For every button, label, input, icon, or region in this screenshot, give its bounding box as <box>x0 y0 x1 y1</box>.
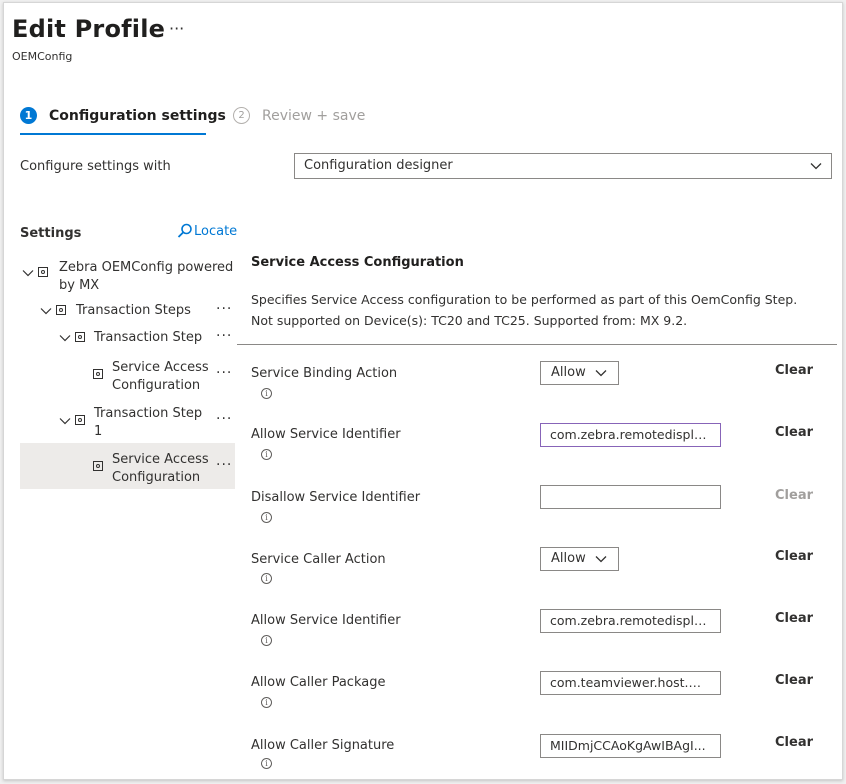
chevron-down-icon[interactable] <box>59 415 71 427</box>
field-label-service-binding-action: Service Binding Action <box>251 366 398 381</box>
locate-button[interactable]: Locate <box>177 223 237 239</box>
field-label-service-caller-action: Service Caller Action <box>251 552 386 567</box>
page-title: Edit Profile <box>12 15 166 43</box>
field-label-allow-service-identifier-2: Allow Service Identifier <box>251 613 401 628</box>
more-actions-button[interactable]: ··· <box>169 19 184 38</box>
step-number-badge: 2 <box>233 107 250 124</box>
step-review-save[interactable]: 2 Review + save <box>233 107 365 124</box>
tree-item-transaction-step[interactable]: Transaction Step <box>94 330 202 345</box>
allow-caller-package-input[interactable]: com.teamviewer.host.m... <box>540 671 721 695</box>
tree-item-label-line2: Configuration <box>112 470 201 485</box>
select-value: Allow <box>551 365 586 380</box>
description-line: Specifies Service Access configuration t… <box>251 292 798 307</box>
tree-item-transaction-step-1[interactable]: Transaction Step 1 <box>94 405 202 441</box>
clear-button[interactable]: Clear <box>775 425 813 440</box>
tree-item-service-access-configuration-selected[interactable]: Service Access Configuration <box>112 451 209 487</box>
allow-service-identifier-input-2[interactable]: com.zebra.remotedispla... <box>540 609 721 633</box>
select-value: Allow <box>551 551 586 566</box>
tree-item-more-button[interactable]: ··· <box>216 301 232 317</box>
configure-settings-dropdown[interactable]: Configuration designer <box>294 153 832 179</box>
search-icon <box>177 223 192 238</box>
tree-item-label: Zebra OEMConfig powered <box>59 260 234 275</box>
tree-item-more-button[interactable]: ··· <box>216 328 232 344</box>
info-icon[interactable]: i <box>261 635 272 646</box>
field-label-disallow-service-identifier: Disallow Service Identifier <box>251 490 421 505</box>
allow-service-identifier-input[interactable]: com.zebra.remotedispla... <box>540 423 721 447</box>
tree-item-transaction-steps[interactable]: Transaction Steps <box>76 303 191 318</box>
tree-item-label: Transaction Step <box>94 406 203 421</box>
tree-item-label: Service Access <box>112 360 209 375</box>
field-label-allow-caller-package: Allow Caller Package <box>251 675 386 690</box>
edit-profile-panel: Edit Profile ··· OEMConfig 1 Configurati… <box>3 2 843 780</box>
locate-label: Locate <box>194 224 238 239</box>
clear-button[interactable]: Clear <box>775 363 813 378</box>
clear-button: Clear <box>775 488 813 503</box>
clear-button[interactable]: Clear <box>775 611 813 626</box>
settings-gear-icon <box>75 415 85 425</box>
chevron-down-icon <box>595 370 607 377</box>
clear-button[interactable]: Clear <box>775 673 813 688</box>
tree-item-label-line2: 1 <box>94 424 103 439</box>
clear-button[interactable]: Clear <box>775 735 813 750</box>
settings-heading: Settings <box>20 226 82 241</box>
allow-caller-signature-input[interactable]: MIIDmjCCAoKgAwIBAgI... <box>540 734 721 758</box>
settings-gear-icon <box>56 305 66 315</box>
chevron-down-icon[interactable] <box>22 267 34 279</box>
section-title: Service Access Configuration <box>251 255 464 270</box>
settings-gear-icon <box>93 461 103 471</box>
clear-button[interactable]: Clear <box>775 549 813 564</box>
tree-item-more-button[interactable]: ··· <box>216 365 232 381</box>
info-icon[interactable]: i <box>261 388 272 399</box>
info-icon[interactable]: i <box>261 449 272 460</box>
step-number-badge: 1 <box>20 107 37 124</box>
tree-item-more-button[interactable]: ··· <box>216 457 232 473</box>
tree-item-label-line2: by MX <box>59 278 100 293</box>
field-label-allow-service-identifier: Allow Service Identifier <box>251 427 401 442</box>
configure-settings-label: Configure settings with <box>20 159 171 174</box>
info-icon[interactable]: i <box>261 697 272 708</box>
step-configuration-settings[interactable]: 1 Configuration settings <box>20 107 226 124</box>
tree-item-service-access-configuration[interactable]: Service Access Configuration <box>112 359 209 395</box>
description-line: Not supported on Device(s): TC20 and TC2… <box>251 313 688 328</box>
settings-gear-icon <box>93 369 103 379</box>
step-label: Configuration settings <box>49 107 226 124</box>
disallow-service-identifier-input[interactable] <box>540 485 721 509</box>
field-label-allow-caller-signature: Allow Caller Signature <box>251 738 395 753</box>
service-caller-action-select[interactable]: Allow <box>540 547 619 571</box>
tree-item-label: Service Access <box>112 452 209 467</box>
chevron-down-icon <box>595 556 607 563</box>
info-icon[interactable]: i <box>261 573 272 584</box>
settings-gear-icon <box>75 332 85 342</box>
tree-item-zebra-oemconfig[interactable]: Zebra OEMConfig powered by MX <box>59 259 233 295</box>
section-description: Specifies Service Access configuration t… <box>251 289 797 331</box>
active-step-indicator <box>20 133 206 135</box>
chevron-down-icon[interactable] <box>40 305 52 317</box>
info-icon[interactable]: i <box>261 512 272 523</box>
tree-item-more-button[interactable]: ··· <box>216 411 232 427</box>
chevron-down-icon[interactable] <box>59 332 71 344</box>
service-binding-action-select[interactable]: Allow <box>540 361 619 385</box>
settings-gear-icon <box>38 267 48 277</box>
tree-item-label-line2: Configuration <box>112 378 201 393</box>
step-label: Review + save <box>262 107 366 124</box>
page-subtitle: OEMConfig <box>12 50 73 63</box>
info-icon[interactable]: i <box>261 758 272 769</box>
section-divider <box>237 344 837 345</box>
dropdown-value: Configuration designer <box>304 158 453 173</box>
chevron-down-icon <box>810 163 822 170</box>
